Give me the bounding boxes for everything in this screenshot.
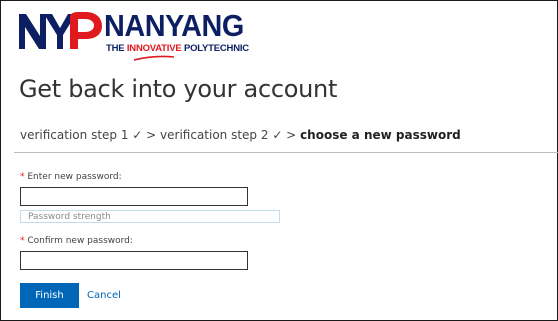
password-strength-label: Password strength bbox=[28, 212, 111, 222]
cancel-link[interactable]: Cancel bbox=[87, 290, 121, 301]
confirm-password-input[interactable] bbox=[20, 251, 248, 270]
breadcrumb-step-2: verification step 2 ✓ > bbox=[160, 128, 301, 142]
password-strength-meter: Password strength bbox=[20, 210, 280, 223]
confirm-password-label-text: Confirm new password: bbox=[27, 236, 133, 246]
divider bbox=[14, 152, 558, 153]
tagline-prefix: THE bbox=[106, 43, 127, 54]
new-password-label-text: Enter new password: bbox=[27, 172, 122, 182]
nanyang-logo: NANYANG THE INNOVATIVE POLYTECHNIC bbox=[18, 8, 263, 61]
brand-tagline: THE INNOVATIVE POLYTECHNIC bbox=[106, 43, 249, 54]
nyp-logo-mark bbox=[19, 12, 102, 49]
brand-name: NANYANG bbox=[104, 8, 244, 43]
breadcrumb-current-step: choose a new password bbox=[300, 128, 461, 142]
tagline-suffix: POLYTECHNIC bbox=[181, 43, 249, 54]
page-title: Get back into your account bbox=[19, 75, 338, 103]
breadcrumb: verification step 1 ✓ > verification ste… bbox=[20, 128, 461, 142]
new-password-label: * Enter new password: bbox=[20, 172, 122, 182]
finish-button[interactable]: Finish bbox=[20, 283, 79, 308]
breadcrumb-step-1: verification step 1 ✓ > bbox=[20, 128, 161, 142]
new-password-input[interactable] bbox=[20, 187, 248, 206]
confirm-password-label: * Confirm new password: bbox=[20, 236, 133, 246]
tagline-highlight: INNOVATIVE bbox=[126, 43, 182, 54]
tagline-swoosh bbox=[134, 55, 174, 61]
